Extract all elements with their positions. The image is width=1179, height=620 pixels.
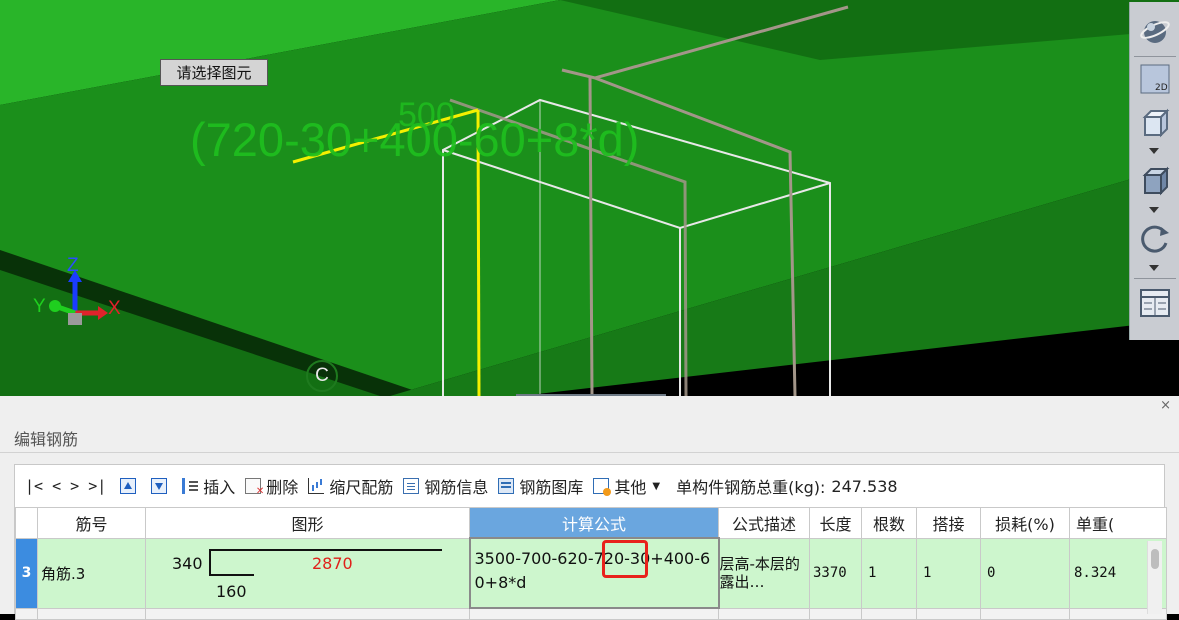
rebar-table: 筋号 图形 计算公式 公式描述 长度 根数 搭接 损耗(%) 单重( 3 角筋.… <box>15 507 1167 620</box>
column-header[interactable]: 搭接 <box>916 507 981 539</box>
column-header[interactable]: 根数 <box>861 507 917 539</box>
scrollbar-thumb[interactable] <box>1151 549 1159 569</box>
rebar-name-cell[interactable]: 角筋.3 <box>37 537 146 609</box>
vertical-scrollbar[interactable] <box>1147 541 1162 614</box>
column-header-active[interactable]: 计算公式 <box>469 507 719 539</box>
close-icon[interactable]: × <box>1160 398 1171 413</box>
insert-icon <box>182 478 199 494</box>
shape-cell[interactable]: 340 2870 160 <box>145 537 470 609</box>
splice-cell[interactable]: 1 <box>916 537 981 609</box>
scale-rebar-button[interactable]: 缩尺配筋 <box>308 474 393 498</box>
shape-left-dim: 340 <box>172 553 203 573</box>
column-header[interactable]: 公式描述 <box>718 507 810 539</box>
orbit-icon[interactable] <box>1138 14 1172 48</box>
edit-rebar-panel: × 编辑钢筋 |< < > >| 插入 删除 缩尺配筋 钢筋信息 钢筋图库 其他… <box>0 396 1179 620</box>
2d-view-icon[interactable]: 2D <box>1138 62 1172 96</box>
highlight-box <box>601 540 648 578</box>
description-cell[interactable]: 层高-本层的露出… <box>718 537 810 609</box>
rebar-toolbar: |< < > >| 插入 删除 缩尺配筋 钢筋信息 钢筋图库 其他▼ 单构件钢筋… <box>15 465 1164 507</box>
solid-box-icon[interactable] <box>1138 164 1172 198</box>
table-row[interactable]: 3 角筋.3 340 2870 160 3500-700-620-720-30+… <box>15 537 1167 609</box>
chevron-down-icon: ▼ <box>652 480 661 492</box>
insert-button[interactable]: 插入 <box>182 474 235 498</box>
total-weight-value: 247.538 <box>831 476 898 496</box>
header-corner <box>15 507 38 539</box>
axis-x-label: X <box>108 298 121 319</box>
formula-text[interactable]: 3500-700-620-720-30+400-60+8*d <box>475 547 714 595</box>
chevron-down-icon[interactable] <box>1149 265 1159 271</box>
column-header[interactable]: 图形 <box>145 507 470 539</box>
shape-middle-dim: 2870 <box>312 553 353 573</box>
properties-icon[interactable] <box>1138 286 1172 320</box>
chevron-down-icon[interactable] <box>1149 148 1159 154</box>
view-toolbar: 2D <box>1129 2 1179 340</box>
column-header[interactable]: 筋号 <box>37 507 146 539</box>
panel-title: 编辑钢筋 <box>14 430 79 449</box>
other-menu-button[interactable]: 其他 ▼ <box>593 474 660 498</box>
record-navigator[interactable]: |< < > >| <box>25 477 106 495</box>
axis-y-label: Y <box>33 296 46 317</box>
3d-viewport[interactable]: 请选择图元 500 (720-30+400-60+8*d) Z Y X C 2D <box>0 0 1179 396</box>
rebar-info-button[interactable]: 钢筋信息 <box>403 474 488 498</box>
table-header: 筋号 图形 计算公式 公式描述 长度 根数 搭接 损耗(%) 单重( <box>15 507 1167 539</box>
rebar-grid-container: |< < > >| 插入 删除 缩尺配筋 钢筋信息 钢筋图库 其他▼ 单构件钢筋… <box>14 464 1167 620</box>
formula-cell[interactable]: 3500-700-620-720-30+400-60+8*d <box>468 537 720 609</box>
scale-icon <box>308 478 325 494</box>
delete-icon <box>245 478 264 497</box>
move-down-button[interactable] <box>151 478 172 494</box>
row-number[interactable]: 3 <box>15 537 38 609</box>
select-element-tooltip: 请选择图元 <box>160 59 268 86</box>
rotate-icon[interactable] <box>1138 222 1172 256</box>
column-header[interactable]: 长度 <box>809 507 862 539</box>
arrow-up-icon <box>120 478 137 494</box>
shape-bottom-dim: 160 <box>216 581 247 601</box>
document-icon <box>403 478 420 494</box>
column-header[interactable]: 损耗(%) <box>980 507 1070 539</box>
library-icon <box>498 478 515 494</box>
column-header[interactable]: 单重( <box>1069 507 1167 539</box>
divider <box>0 452 1179 453</box>
arrow-down-icon <box>151 478 168 494</box>
count-cell[interactable]: 1 <box>861 537 917 609</box>
rebar-shape-drawing <box>209 548 442 576</box>
total-weight-label: 单构件钢筋总重(kg): <box>676 478 826 497</box>
axis-z-label: Z <box>67 255 79 276</box>
formula-label-3d: (720-30+400-60+8*d) <box>190 113 640 166</box>
svg-text:2D: 2D <box>1155 83 1168 93</box>
settings-icon <box>593 478 612 496</box>
length-cell[interactable]: 3370 <box>809 537 862 609</box>
grid-axis-marker[interactable]: C <box>306 360 338 392</box>
delete-button[interactable]: 删除 <box>245 474 298 498</box>
rebar-library-button[interactable]: 钢筋图库 <box>498 474 583 498</box>
chevron-down-icon[interactable] <box>1149 207 1159 213</box>
loss-cell[interactable]: 0 <box>980 537 1070 609</box>
move-up-button[interactable] <box>120 478 141 494</box>
3d-box-icon[interactable] <box>1138 106 1172 140</box>
